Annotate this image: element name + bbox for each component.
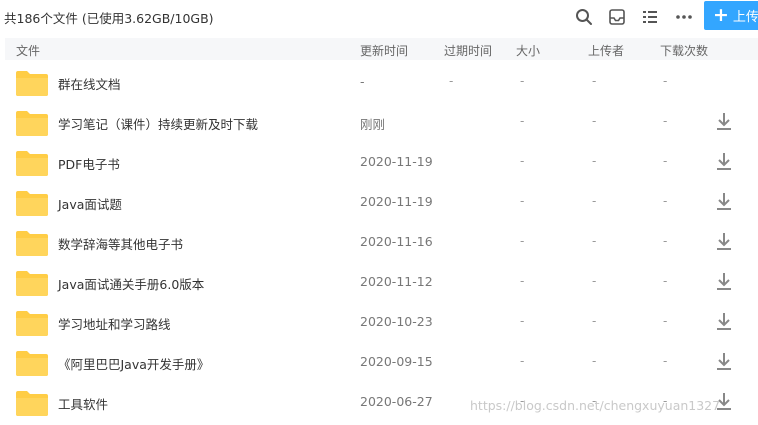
downloads-value: - <box>663 314 668 328</box>
file-row[interactable]: 学习笔记（课件）持续更新及时下载 刚刚 - - - <box>0 101 758 141</box>
folder-icon <box>16 271 48 296</box>
table-header: 文件 更新时间 过期时间 大小 上传者 下载次数 <box>5 38 758 60</box>
updated-time: 2020-10-23 <box>360 314 433 329</box>
file-row[interactable]: Java面试题 2020-11-19 - - - <box>0 181 758 221</box>
file-row[interactable]: 《阿里巴巴Java开发手册》 2020-09-15 - - - <box>0 341 758 381</box>
column-downloads[interactable]: 下载次数 <box>660 42 708 59</box>
download-icon[interactable] <box>715 391 733 411</box>
downloads-value: - <box>663 394 668 408</box>
file-name[interactable]: 工具软件 <box>58 394 108 413</box>
column-expires[interactable]: 过期时间 <box>444 42 492 59</box>
file-row[interactable]: 数学辞海等其他电子书 2020-11-16 - - - <box>0 221 758 261</box>
uploader-value: - <box>592 394 597 408</box>
download-icon[interactable] <box>715 311 733 331</box>
size-value: - <box>520 274 525 288</box>
file-name[interactable]: Java面试题 <box>58 194 122 213</box>
storage-summary: 共186个文件 (已使用3.62GB/10GB) <box>4 11 214 26</box>
uploader-value: - <box>592 274 597 288</box>
download-icon[interactable] <box>715 191 733 211</box>
downloads-value: - <box>663 354 668 368</box>
size-value: - <box>520 194 525 208</box>
size-value: - <box>520 154 525 168</box>
downloads-value: - <box>663 274 668 288</box>
column-name[interactable]: 文件 <box>16 42 40 59</box>
folder-icon <box>16 151 48 176</box>
file-row[interactable]: 学习地址和学习路线 2020-10-23 - - - <box>0 301 758 341</box>
folder-icon <box>16 391 48 416</box>
updated-time: 2020-11-16 <box>360 234 433 249</box>
column-size[interactable]: 大小 <box>516 42 540 59</box>
download-icon[interactable] <box>715 111 733 131</box>
more-icon[interactable] <box>673 6 695 28</box>
file-name[interactable]: 数学辞海等其他电子书 <box>58 234 183 253</box>
updated-time: - <box>360 74 365 89</box>
downloads-value: - <box>663 154 668 168</box>
updated-time: 刚刚 <box>360 117 386 132</box>
updated-time: 2020-09-15 <box>360 354 433 369</box>
folder-icon <box>16 71 48 96</box>
folder-icon <box>16 111 48 136</box>
updated-time: 2020-11-19 <box>360 154 433 169</box>
size-value: - <box>520 314 525 328</box>
uploader-value: - <box>592 154 597 168</box>
uploader-value: - <box>592 234 597 248</box>
size-value: - <box>520 354 525 368</box>
file-name[interactable]: 学习地址和学习路线 <box>58 314 171 333</box>
plus-icon: + <box>713 4 729 26</box>
upload-label: 上传 <box>732 10 758 25</box>
download-icon[interactable] <box>715 271 733 291</box>
updated-time: 2020-11-19 <box>360 194 433 209</box>
folder-icon <box>16 231 48 256</box>
folder-icon <box>16 191 48 216</box>
file-name[interactable]: Java面试通关手册6.0版本 <box>58 274 204 293</box>
uploader-value: - <box>592 74 597 88</box>
folder-icon <box>16 351 48 376</box>
file-name[interactable]: PDF电子书 <box>58 154 120 173</box>
size-value: - <box>520 394 525 408</box>
column-uploader[interactable]: 上传者 <box>588 42 624 59</box>
search-icon[interactable] <box>573 6 595 28</box>
file-name[interactable]: 《阿里巴巴Java开发手册》 <box>58 354 209 373</box>
column-updated[interactable]: 更新时间 <box>360 42 408 59</box>
downloads-value: - <box>663 234 668 248</box>
file-row[interactable]: Java面试通关手册6.0版本 2020-11-12 - - - <box>0 261 758 301</box>
updated-time: 2020-06-27 <box>360 394 433 409</box>
download-icon[interactable] <box>715 151 733 171</box>
file-name[interactable]: 群在线文档 <box>58 74 121 93</box>
inbox-icon[interactable] <box>606 6 628 28</box>
size-value: - <box>520 114 525 128</box>
uploader-value: - <box>592 354 597 368</box>
uploader-value: - <box>592 314 597 328</box>
file-row[interactable]: 工具软件 2020-06-27 - - - <box>0 381 758 421</box>
top-bar: 共186个文件 (已使用3.62GB/10GB) + 上传 <box>0 0 758 34</box>
file-row[interactable]: PDF电子书 2020-11-19 - - - <box>0 141 758 181</box>
download-icon[interactable] <box>715 351 733 371</box>
file-row[interactable]: 群在线文档 - - - - - <box>0 61 758 101</box>
updated-time: 2020-11-12 <box>360 274 433 289</box>
downloads-value: - <box>663 114 668 128</box>
download-icon[interactable] <box>715 231 733 251</box>
upload-button[interactable]: + 上传 <box>704 1 758 30</box>
downloads-value: - <box>663 74 668 88</box>
uploader-value: - <box>592 194 597 208</box>
uploader-value: - <box>592 114 597 128</box>
expires-value: - <box>449 74 454 88</box>
folder-icon <box>16 311 48 336</box>
list-view-icon[interactable] <box>639 6 661 28</box>
size-value: - <box>520 74 525 88</box>
size-value: - <box>520 234 525 248</box>
downloads-value: - <box>663 194 668 208</box>
file-name[interactable]: 学习笔记（课件）持续更新及时下载 <box>58 114 258 133</box>
